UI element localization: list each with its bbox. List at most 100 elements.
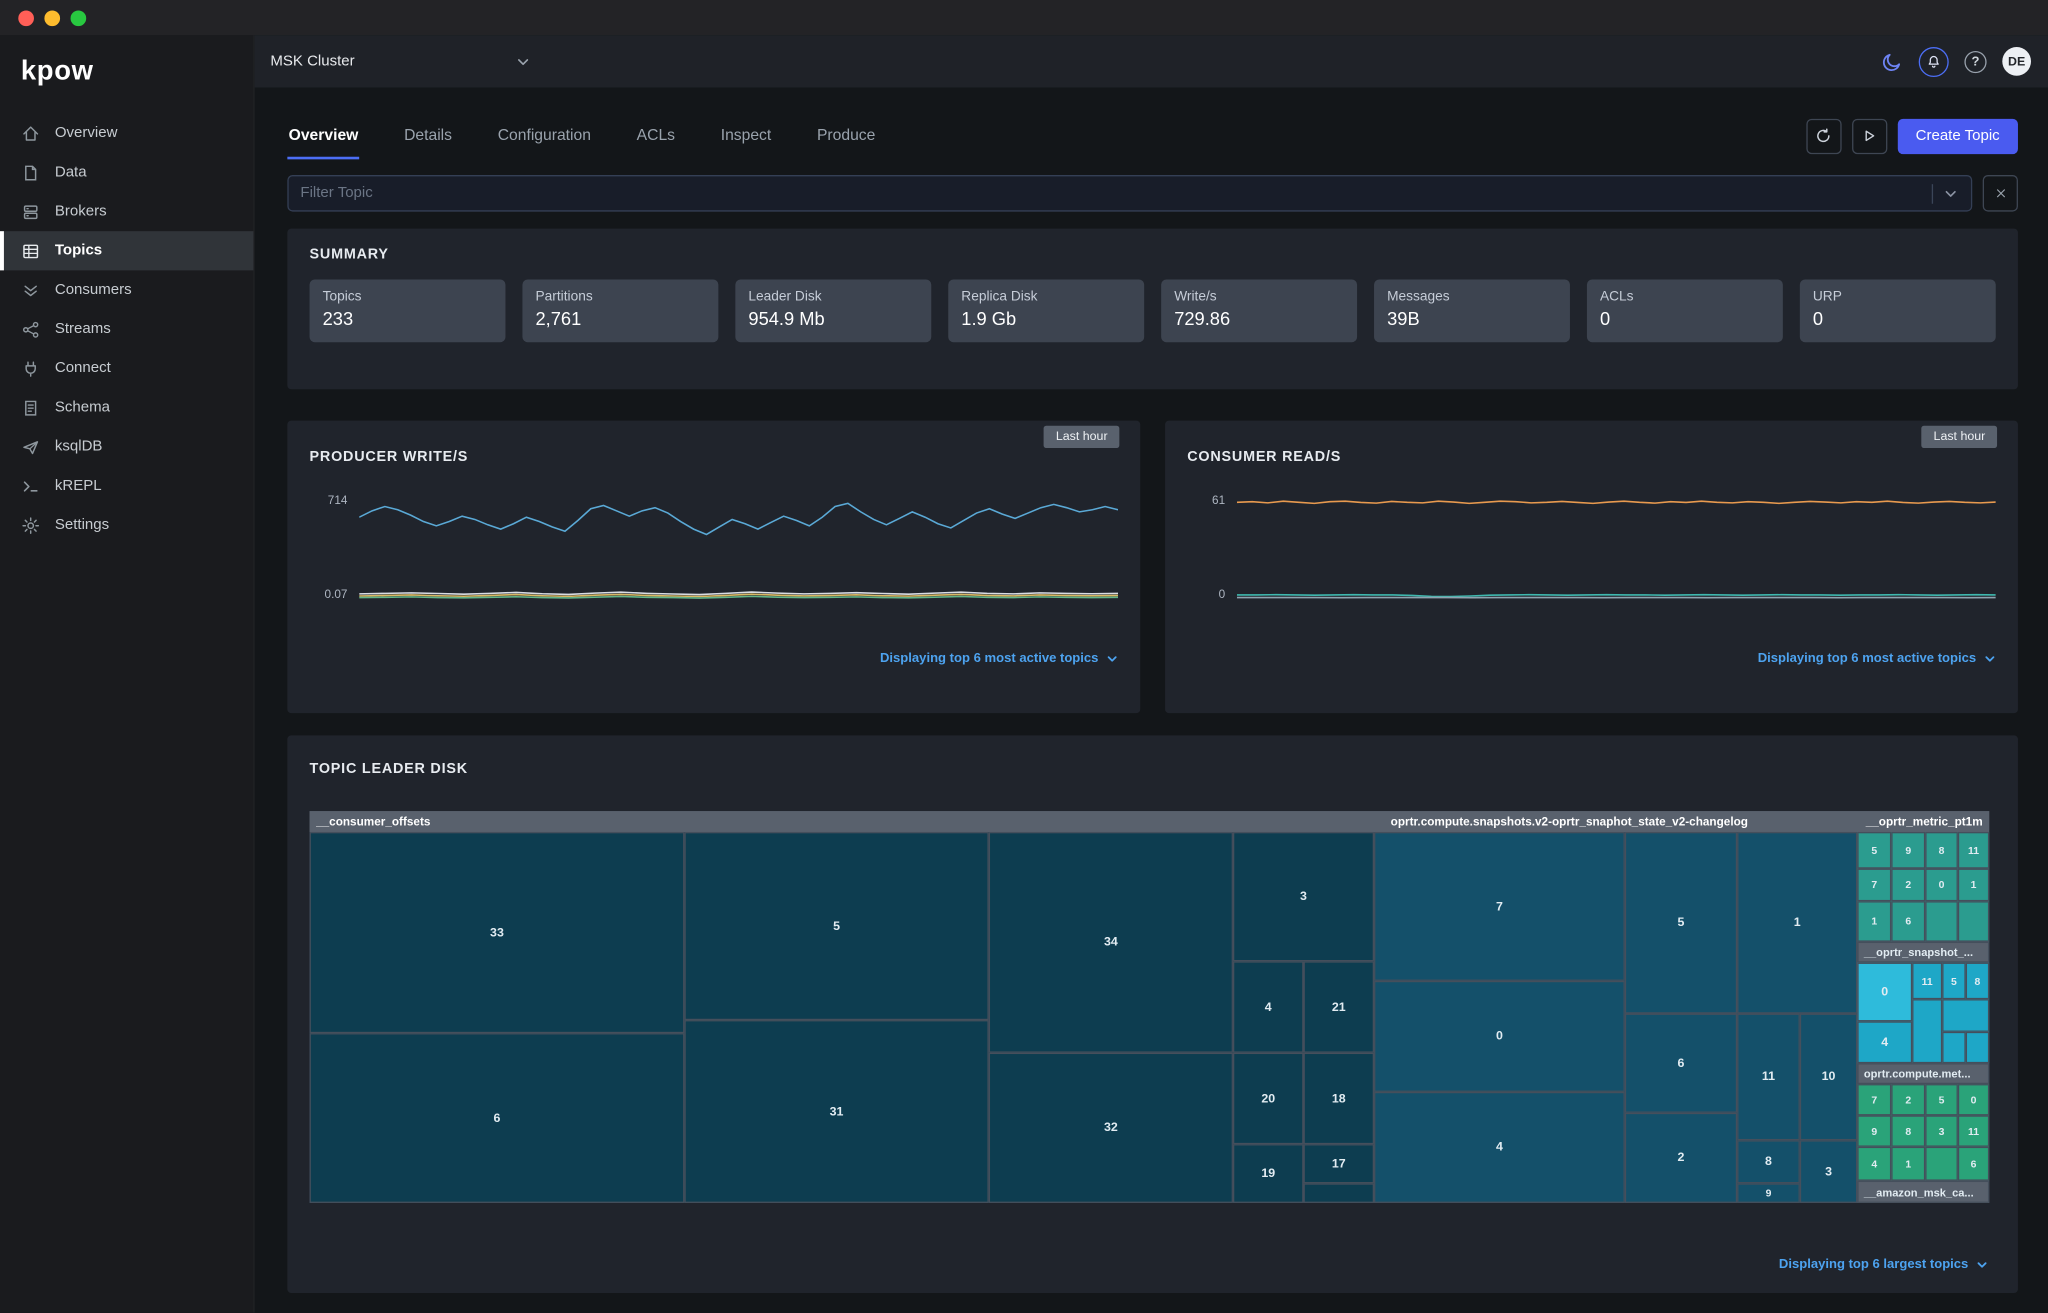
treemap-cell[interactable]: 0: [1857, 963, 1912, 1022]
treemap-cell[interactable]: 5: [1925, 1084, 1958, 1115]
treemap-cell[interactable]: 4: [1374, 1092, 1625, 1203]
treemap-cell[interactable]: 32: [989, 1053, 1233, 1203]
treemap-cell[interactable]: 7: [1857, 1084, 1891, 1115]
treemap-cell[interactable]: 6: [1958, 1147, 1989, 1181]
cluster-selector[interactable]: MSK Cluster: [270, 53, 531, 70]
treemap-cell[interactable]: 1: [1737, 832, 1857, 1014]
help-icon[interactable]: ?: [1964, 50, 1986, 72]
zoom-window-button[interactable]: [71, 10, 87, 26]
treemap-group-label[interactable]: oprtr.compute.snapshots.v2-oprtr_snaphot…: [1391, 811, 1748, 832]
treemap-cell[interactable]: 4: [1857, 1147, 1891, 1181]
refresh-button[interactable]: [1806, 118, 1841, 153]
tab-configuration[interactable]: Configuration: [496, 113, 592, 159]
treemap-subgroup-header[interactable]: oprtr.compute.met...: [1857, 1063, 1989, 1084]
chevron-down-icon[interactable]: [1942, 185, 1959, 202]
treemap-cell[interactable]: 0: [1958, 1084, 1989, 1115]
treemap-cell[interactable]: 5: [684, 832, 988, 1020]
close-window-button[interactable]: [18, 10, 34, 26]
sidebar-item-consumers[interactable]: Consumers: [0, 270, 253, 309]
treemap-cell[interactable]: 9: [1737, 1183, 1800, 1203]
consumer-topics-dropdown[interactable]: Displaying top 6 most active topics: [1758, 652, 1997, 666]
tab-inspect[interactable]: Inspect: [719, 113, 772, 159]
sidebar-item-data[interactable]: Data: [0, 153, 253, 192]
treemap-cell[interactable]: 8: [1966, 963, 1990, 1000]
producer-topics-dropdown[interactable]: Displaying top 6 most active topics: [880, 652, 1119, 666]
treemap-cell[interactable]: 10: [1800, 1014, 1857, 1141]
treemap-cell[interactable]: 5: [1625, 832, 1737, 1014]
treemap-subgroup-header[interactable]: __amazon_msk_ca...: [1857, 1181, 1989, 1203]
treemap-cell[interactable]: [1942, 999, 1989, 1032]
treemap-cell[interactable]: 17: [1304, 1144, 1375, 1183]
treemap-cell[interactable]: 8: [1891, 1115, 1925, 1146]
treemap-cell[interactable]: [1925, 901, 1958, 941]
sidebar-item-brokers[interactable]: Brokers: [0, 192, 253, 231]
treemap-cell[interactable]: 3: [1800, 1140, 1857, 1203]
notifications-bell-icon[interactable]: [1919, 46, 1949, 76]
treemap-cell[interactable]: 8: [1925, 832, 1958, 869]
treemap-cell[interactable]: 0: [1374, 981, 1625, 1092]
treemap-cell[interactable]: 33: [310, 832, 685, 1033]
treemap-cell[interactable]: 4: [1233, 961, 1304, 1052]
treemap-cell[interactable]: [1966, 1032, 1990, 1063]
create-topic-button[interactable]: Create Topic: [1897, 118, 2018, 153]
treemap-cell[interactable]: 18: [1304, 1053, 1375, 1144]
play-button[interactable]: [1852, 118, 1887, 153]
treemap-cell[interactable]: 8: [1737, 1140, 1800, 1183]
treemap-cell[interactable]: 19: [1233, 1144, 1304, 1203]
dark-mode-moon-icon[interactable]: [1881, 50, 1903, 72]
sidebar-item-topics[interactable]: Topics: [0, 231, 253, 270]
treemap-cell[interactable]: [1912, 999, 1942, 1063]
minimize-window-button[interactable]: [44, 10, 60, 26]
treemap-cell[interactable]: 11: [1737, 1014, 1800, 1141]
treemap-cell[interactable]: 6: [310, 1033, 685, 1203]
treemap-cell[interactable]: 6: [1625, 1014, 1737, 1113]
sidebar-item-ksqldb[interactable]: ksqlDB: [0, 427, 253, 466]
treemap-cell[interactable]: 31: [684, 1020, 988, 1203]
treemap-cell[interactable]: 21: [1304, 961, 1375, 1052]
tab-acls[interactable]: ACLs: [635, 113, 676, 159]
treemap-cell[interactable]: 20: [1233, 1053, 1304, 1144]
treemap-cell[interactable]: 5: [1857, 832, 1891, 869]
treemap-cell[interactable]: 4: [1857, 1021, 1912, 1063]
summary-title: SUMMARY: [310, 247, 1996, 263]
treemap-group-label[interactable]: __consumer_offsets: [316, 811, 430, 832]
treemap-cell[interactable]: 11: [1958, 832, 1989, 869]
treemap-cell[interactable]: 7: [1374, 832, 1625, 981]
treemap-cell[interactable]: 5: [1942, 963, 1966, 1000]
treemap-cell[interactable]: 1: [1891, 1147, 1925, 1181]
treemap-cell[interactable]: 0: [1925, 869, 1958, 902]
clear-filter-button[interactable]: [1983, 175, 2018, 212]
treemap-cell[interactable]: [1958, 901, 1989, 941]
treemap-cell[interactable]: [1304, 1183, 1375, 1203]
treemap-cell[interactable]: 1: [1958, 869, 1989, 902]
tab-produce[interactable]: Produce: [816, 113, 877, 159]
treemap-cell[interactable]: 34: [989, 832, 1233, 1053]
largest-topics-dropdown[interactable]: Displaying top 6 largest topics: [1779, 1258, 1989, 1272]
treemap-cell[interactable]: 3: [1925, 1115, 1958, 1146]
treemap-cell[interactable]: 2: [1625, 1113, 1737, 1203]
treemap-cell[interactable]: 2: [1891, 1084, 1925, 1115]
treemap-cell[interactable]: 7: [1857, 869, 1891, 902]
treemap-cell[interactable]: 1: [1857, 901, 1891, 941]
tab-overview[interactable]: Overview: [287, 113, 359, 159]
treemap-cell[interactable]: [1942, 1032, 1966, 1063]
treemap-cell[interactable]: 9: [1857, 1115, 1891, 1146]
sidebar-item-connect[interactable]: Connect: [0, 349, 253, 388]
filter-topic-input[interactable]: Filter Topic: [287, 175, 1972, 212]
sidebar-item-overview[interactable]: Overview: [0, 114, 253, 153]
treemap-cell[interactable]: [1925, 1147, 1958, 1181]
treemap-cell[interactable]: 11: [1958, 1115, 1989, 1146]
treemap-cell[interactable]: 11: [1912, 963, 1942, 1000]
sidebar-item-streams[interactable]: Streams: [0, 310, 253, 349]
treemap-cell[interactable]: 9: [1891, 832, 1925, 869]
sidebar-item-settings[interactable]: Settings: [0, 505, 253, 544]
tab-details[interactable]: Details: [403, 113, 454, 159]
sidebar-item-krepl[interactable]: kREPL: [0, 466, 253, 505]
treemap-group-label[interactable]: __oprtr_metric_pt1m: [1866, 811, 1983, 832]
treemap-cell[interactable]: 6: [1891, 901, 1925, 941]
treemap-subgroup-header[interactable]: __oprtr_snapshot_...: [1857, 942, 1989, 963]
treemap-cell[interactable]: 3: [1233, 832, 1374, 961]
treemap-cell[interactable]: 2: [1891, 869, 1925, 902]
sidebar-item-schema[interactable]: Schema: [0, 388, 253, 427]
user-avatar[interactable]: DE: [2002, 47, 2031, 76]
